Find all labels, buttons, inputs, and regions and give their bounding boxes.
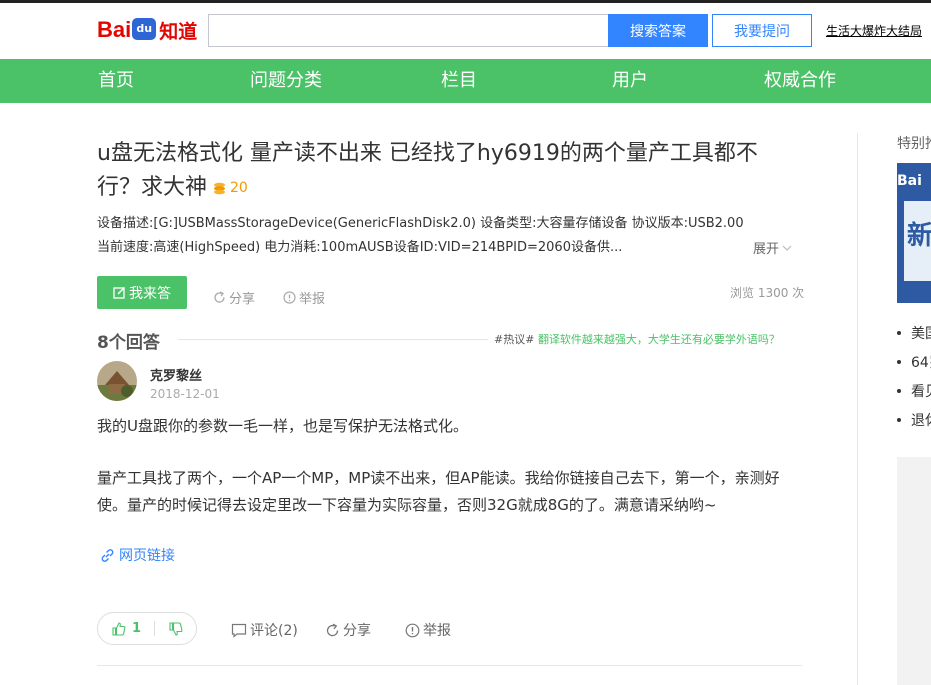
question-title-text: u盘无法格式化 量产读不出来 已经找了hy6919的两个量产工具都不行？求大神 <box>97 141 758 200</box>
coin-icon <box>214 182 226 194</box>
sidebar-banner[interactable]: Bai 新 <box>897 163 931 303</box>
downvote-button[interactable] <box>169 621 183 636</box>
logo-bai-text: Bai <box>97 17 132 42</box>
logo-paw-icon: du <box>132 18 157 40</box>
nav-item-categories[interactable]: 问题分类 <box>250 59 322 103</box>
main-nav: 首页 问题分类 栏目 用户 权威合作 <box>0 59 931 103</box>
upvote-button[interactable]: 1 <box>98 621 141 636</box>
baidu-zhidao-logo[interactable]: Bai du 知道 <box>97 12 197 48</box>
answer-date: 2018-12-01 <box>150 387 220 401</box>
web-link-label: 网页链接 <box>119 548 175 564</box>
expand-button[interactable]: 展开 <box>753 238 792 257</box>
avatar-image <box>97 361 137 401</box>
share-icon <box>326 623 339 636</box>
question-desc-line1: 设备描述:[G:]USBMassStorageDevice(GenericFla… <box>97 216 744 231</box>
logo-zhidao-text: 知道 <box>159 20 198 43</box>
divider <box>97 665 802 666</box>
reward-badge: 20 <box>213 171 248 205</box>
edit-icon <box>113 286 126 299</box>
web-link[interactable]: 网页链接 <box>100 545 175 565</box>
sidebar-banner-title: 新 <box>907 221 931 251</box>
bullet <box>897 418 901 422</box>
thumbs-down-icon <box>169 621 183 636</box>
hot-topic-text: 翻译软件越来越强大，大学生还有必要学外语吗？ <box>537 333 780 346</box>
column-divider <box>857 133 858 685</box>
share-icon <box>214 291 225 303</box>
share-label: 分享 <box>229 292 256 307</box>
user-name[interactable]: 克罗黎丝 <box>150 365 202 384</box>
vote-separator <box>154 621 156 636</box>
answer-paragraph: 我的U盘跟你的参数一毛一样，也是写保护无法格式化。 <box>97 417 468 435</box>
sidebar-item-label: 64岁 <box>911 355 931 371</box>
reward-value: 20 <box>230 180 248 196</box>
sidebar-item[interactable]: 64岁 <box>897 352 931 372</box>
report-button[interactable]: 举报 <box>283 288 325 307</box>
sidebar-item-label: 退休 <box>911 413 931 429</box>
ask-question-button[interactable]: 我要提问 <box>712 14 812 47</box>
sidebar-banner-logo: Bai <box>897 173 922 189</box>
thumbs-up-icon <box>112 621 126 636</box>
comment-button[interactable]: 评论(2) <box>231 620 298 640</box>
sidebar-item[interactable]: 美国 <box>897 323 931 343</box>
chevron-down-icon <box>782 245 792 251</box>
answer-report-label: 举报 <box>423 623 451 639</box>
vote-group: 1 <box>97 612 197 645</box>
sidebar-item-label: 看见 <box>911 384 931 400</box>
answer-report-button[interactable]: 举报 <box>405 620 451 640</box>
hot-topic-link[interactable]: #热议# 翻译软件越来越强大，大学生还有必要学外语吗？ <box>494 331 780 347</box>
answer-share-button[interactable]: 分享 <box>325 620 371 640</box>
sidebar-item[interactable]: 退休 <box>897 410 931 430</box>
nav-item-users[interactable]: 用户 <box>612 59 648 103</box>
question-title: u盘无法格式化 量产读不出来 已经找了hy6919的两个量产工具都不行？求大神 2… <box>97 137 797 205</box>
sidebar-ad-box <box>897 457 931 685</box>
sidebar-title: 特别推 <box>897 136 931 152</box>
answer-paragraph: 量产工具找了两个，一个AP一个MP，MP读不出来，但AP能读。我给你链接自己去下… <box>97 469 780 514</box>
report-label: 举报 <box>299 292 326 307</box>
link-icon <box>101 548 114 562</box>
search-input[interactable] <box>208 14 608 47</box>
promo-link[interactable]: 生活大爆炸大结局 <box>826 22 922 39</box>
comment-label: 评论(2) <box>250 623 298 639</box>
avatar[interactable] <box>97 361 137 401</box>
nav-item-home[interactable]: 首页 <box>98 59 134 103</box>
bullet <box>897 331 901 335</box>
answer-button[interactable]: 我来答 <box>97 276 187 309</box>
expand-label: 展开 <box>753 242 780 257</box>
answer-count: 8个回答 <box>97 333 160 353</box>
upvote-count: 1 <box>132 621 142 636</box>
hot-topic-tag: #热议# <box>494 333 535 346</box>
bullet <box>897 360 901 364</box>
sidebar-item-label: 美国 <box>911 326 931 342</box>
nav-item-columns[interactable]: 栏目 <box>441 59 477 103</box>
question-desc-line2: 当前速度:高速(HighSpeed) 电力消耗:100mAUSB设备ID:VID… <box>97 240 623 255</box>
answer-button-label: 我来答 <box>129 285 171 302</box>
report-icon <box>283 291 296 304</box>
answer-share-label: 分享 <box>343 623 371 639</box>
top-border <box>0 0 931 3</box>
nav-item-partners[interactable]: 权威合作 <box>764 59 836 103</box>
view-count: 浏览 1300 次 <box>730 286 805 300</box>
share-button[interactable]: 分享 <box>213 288 255 307</box>
bullet <box>897 389 901 393</box>
report-icon <box>405 623 420 637</box>
search-button[interactable]: 搜索答案 <box>608 14 708 47</box>
sidebar-item[interactable]: 看见 <box>897 381 931 401</box>
comment-icon <box>231 623 247 638</box>
divider <box>178 339 488 340</box>
